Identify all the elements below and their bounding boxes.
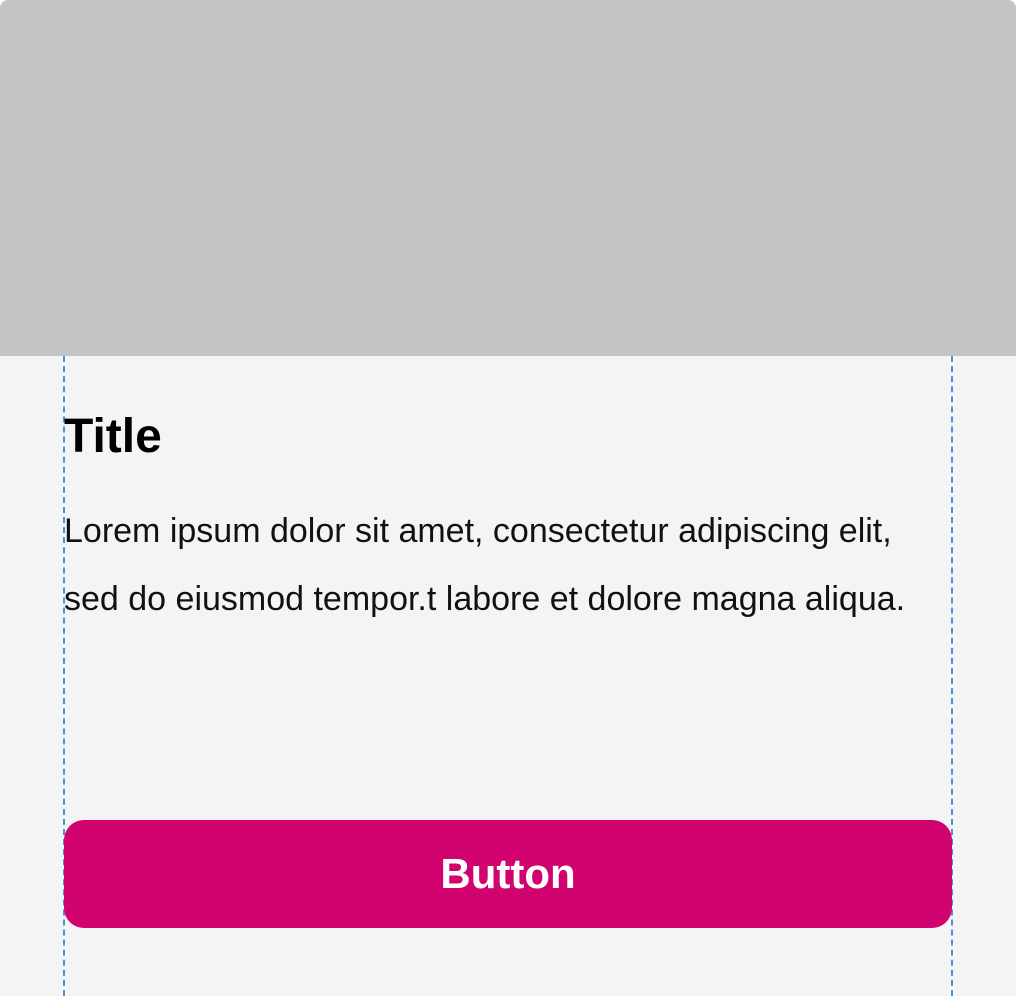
card-body-text: Lorem ipsum dolor sit amet, consectetur … bbox=[64, 512, 906, 618]
card: Title Lorem ipsum dolor sit amet, consec… bbox=[0, 0, 1016, 996]
card-title: Title bbox=[64, 410, 162, 463]
primary-button[interactable]: Button bbox=[64, 820, 952, 928]
card-image-placeholder bbox=[0, 0, 1016, 356]
